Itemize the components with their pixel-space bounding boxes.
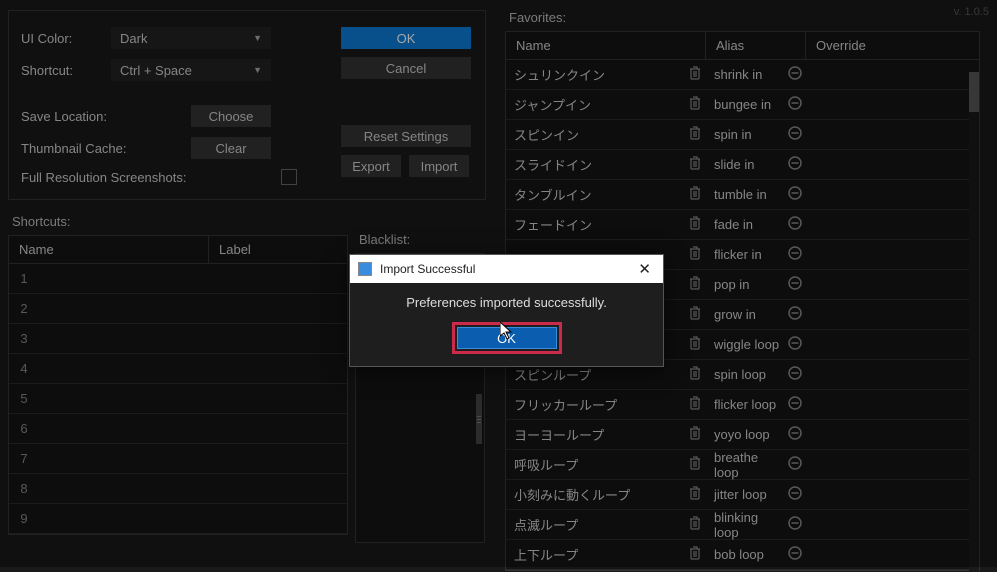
dialog-title-text: Import Successful: [380, 262, 475, 276]
import-success-dialog: Import Successful ✕ Preferences imported…: [349, 254, 664, 367]
dialog-ok-button[interactable]: OK: [457, 327, 557, 349]
close-icon[interactable]: ✕: [634, 260, 655, 278]
dialog-titlebar[interactable]: Import Successful ✕: [350, 255, 663, 283]
dialog-message: Preferences imported successfully.: [350, 283, 663, 322]
window-icon: [358, 262, 372, 276]
dialog-ok-highlight: OK: [452, 322, 562, 354]
